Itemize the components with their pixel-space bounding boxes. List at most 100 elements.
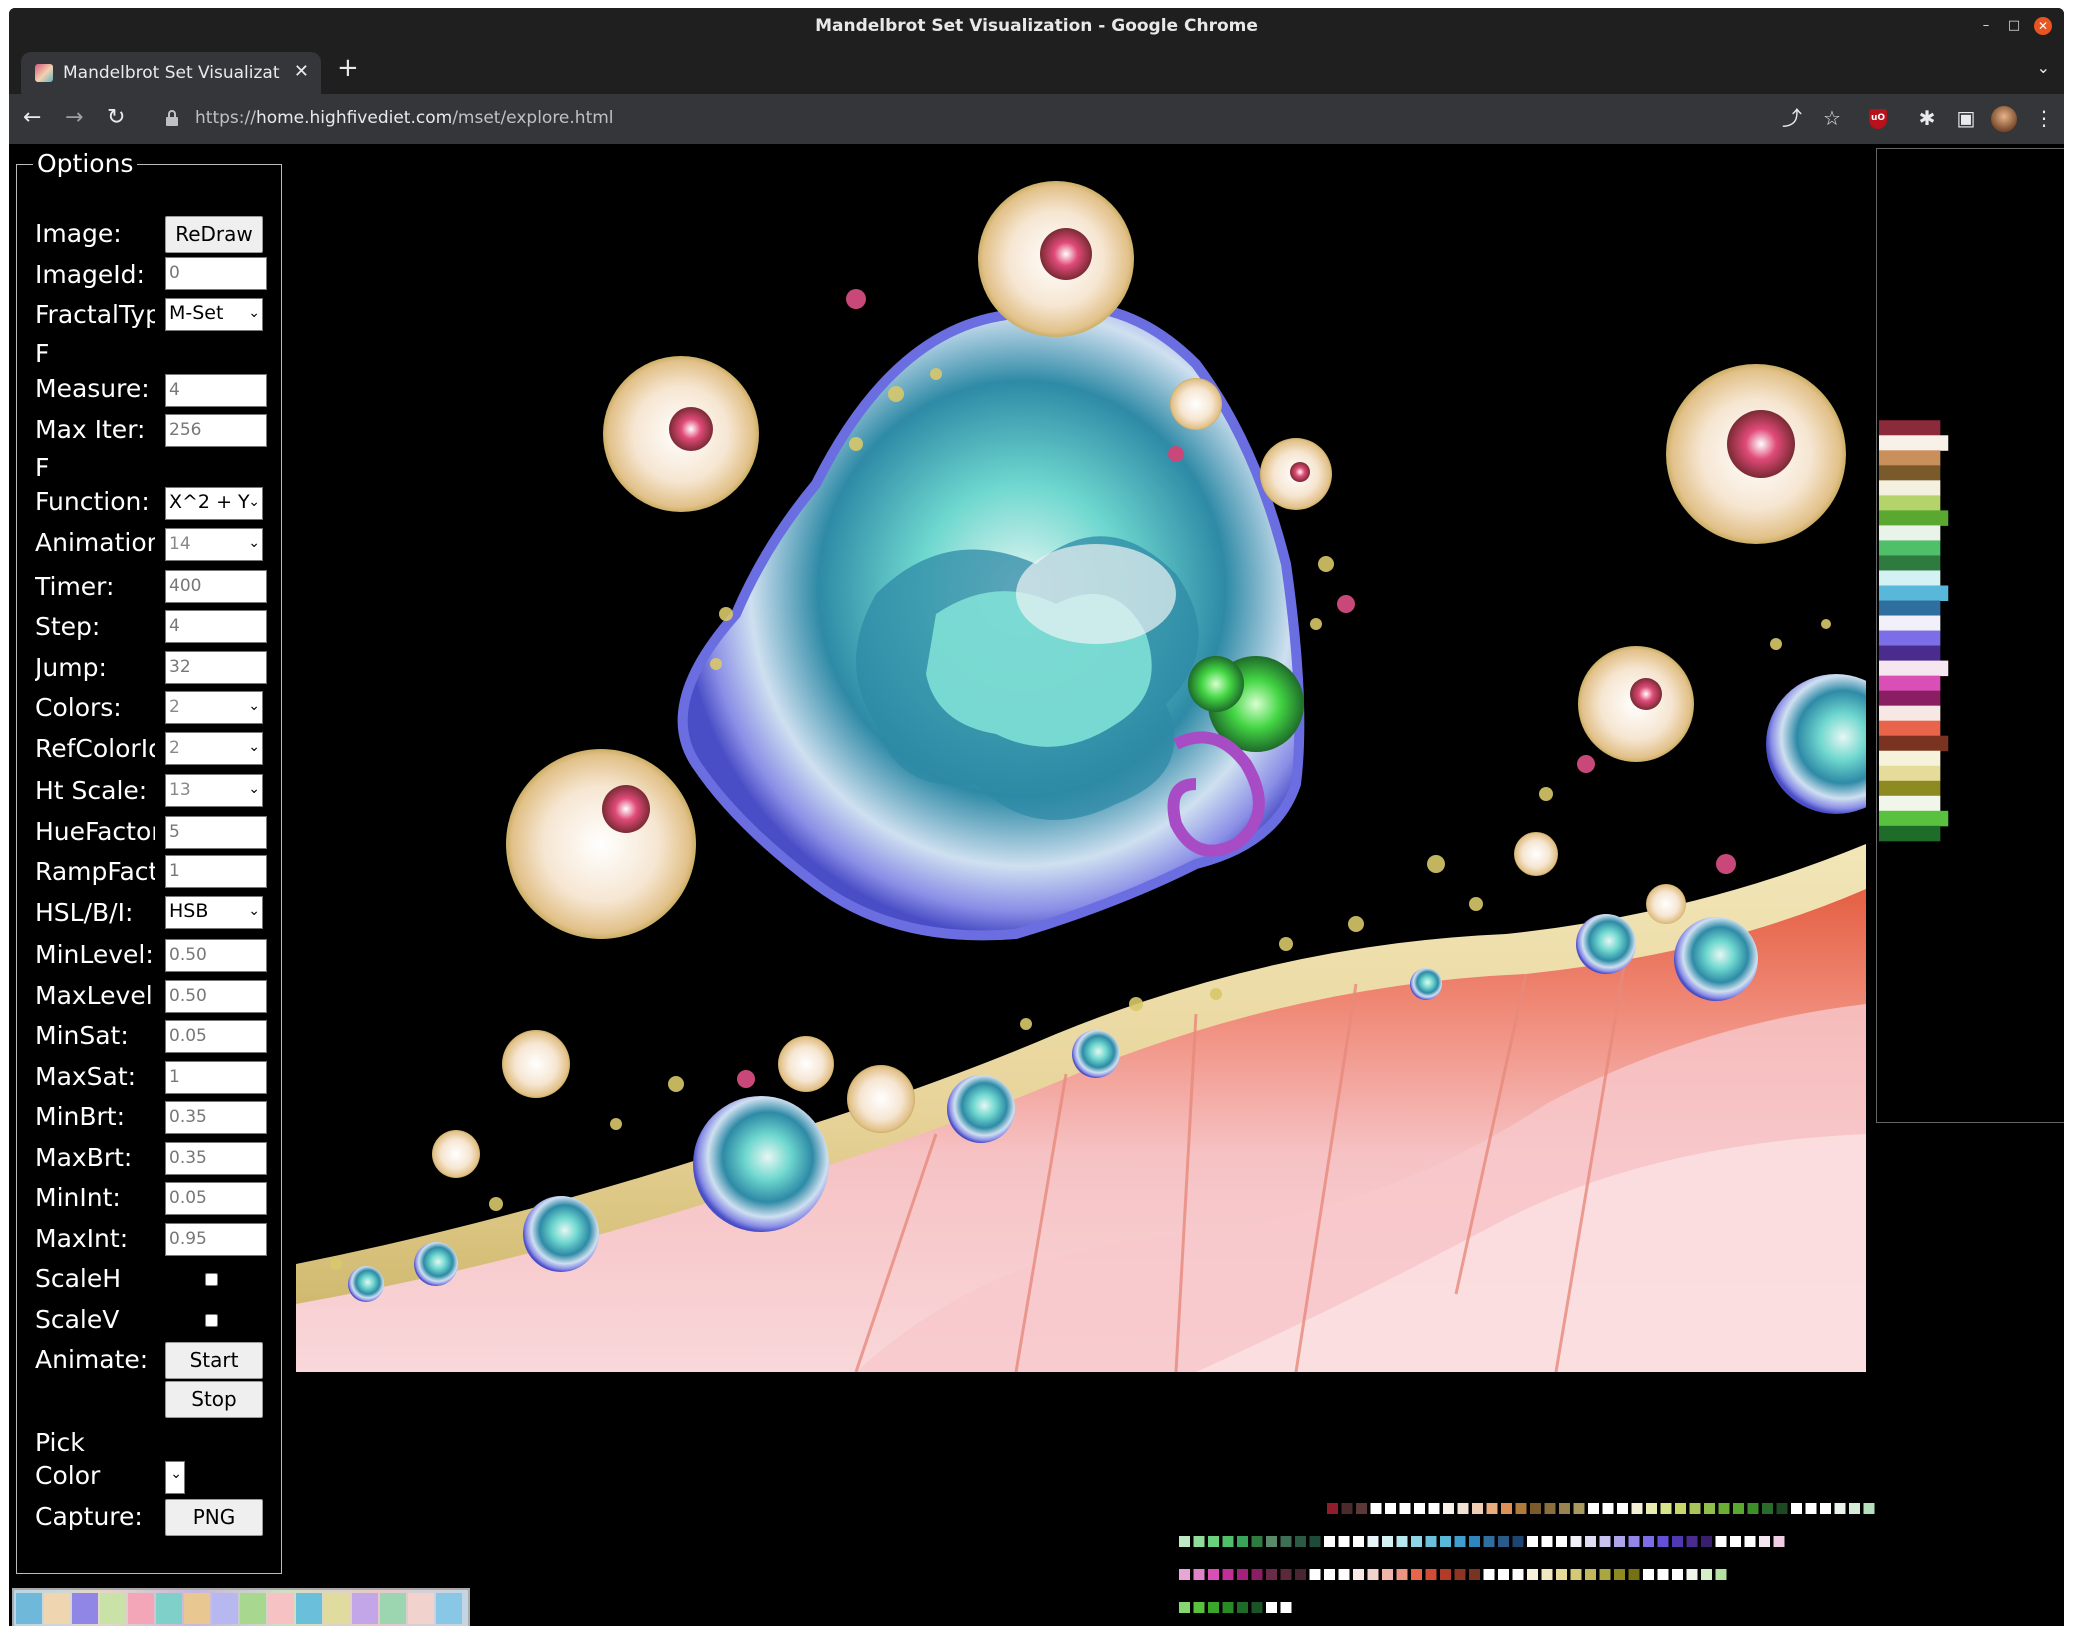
- image-id-input[interactable]: 0: [165, 257, 267, 290]
- color-swatch[interactable]: [1718, 1503, 1730, 1514]
- color-swatch[interactable]: [1222, 1569, 1234, 1580]
- color-swatch[interactable]: [1266, 1602, 1277, 1613]
- color-swatch[interactable]: [1556, 1536, 1567, 1547]
- color-swatch[interactable]: [1544, 1503, 1556, 1514]
- color-swatch[interactable]: [1512, 1569, 1524, 1580]
- start-button[interactable]: Start: [165, 1342, 263, 1379]
- share-icon[interactable]: ⤴: [1779, 107, 1805, 129]
- color-swatch[interactable]: [1338, 1569, 1350, 1580]
- color-swatch[interactable]: [1472, 1503, 1483, 1514]
- color-swatch[interactable]: [1541, 1536, 1553, 1547]
- color-swatch[interactable]: [1266, 1536, 1277, 1547]
- color-swatch[interactable]: [1599, 1569, 1611, 1580]
- max-iter-input[interactable]: 256: [165, 414, 267, 447]
- max-brt-input[interactable]: 0.35: [165, 1142, 267, 1175]
- thumbnail-frame[interactable]: [128, 1593, 154, 1624]
- min-int-input[interactable]: 0.05: [165, 1182, 267, 1215]
- color-swatch[interactable]: [1588, 1503, 1599, 1514]
- color-swatch[interactable]: [1193, 1602, 1205, 1613]
- thumbnail-frame[interactable]: [436, 1593, 462, 1624]
- color-swatch[interactable]: [1179, 1602, 1190, 1613]
- color-swatch[interactable]: [1501, 1503, 1512, 1514]
- min-level-input[interactable]: 0.50: [165, 939, 267, 972]
- thumbnail-frame[interactable]: [268, 1593, 294, 1624]
- color-swatch[interactable]: [1570, 1536, 1582, 1547]
- color-swatch[interactable]: [1863, 1503, 1875, 1514]
- ramp-factor-input[interactable]: 1: [165, 855, 267, 888]
- color-swatch[interactable]: [1776, 1503, 1788, 1514]
- thumbnail-frame[interactable]: [380, 1593, 406, 1624]
- color-swatch[interactable]: [1527, 1536, 1538, 1547]
- fractal-type-select[interactable]: M-Set ⌄: [165, 298, 263, 331]
- color-swatch[interactable]: [1237, 1536, 1248, 1547]
- color-swatch[interactable]: [1759, 1536, 1770, 1547]
- color-swatch[interactable]: [1382, 1569, 1393, 1580]
- color-swatch[interactable]: [1251, 1569, 1263, 1580]
- color-swatch[interactable]: [1367, 1536, 1379, 1547]
- color-swatch[interactable]: [1341, 1503, 1353, 1514]
- color-swatch[interactable]: [1193, 1569, 1205, 1580]
- animation-thumbnail-strip[interactable]: [12, 1588, 470, 1626]
- color-swatch[interactable]: [1672, 1569, 1683, 1580]
- color-swatch[interactable]: [1556, 1569, 1567, 1580]
- lock-icon[interactable]: [165, 109, 179, 127]
- color-swatch[interactable]: [1559, 1503, 1570, 1514]
- color-swatch[interactable]: [1324, 1536, 1335, 1547]
- color-swatch[interactable]: [1733, 1503, 1744, 1514]
- color-swatch[interactable]: [1295, 1536, 1306, 1547]
- color-swatch[interactable]: [1440, 1569, 1451, 1580]
- color-swatch[interactable]: [1512, 1536, 1524, 1547]
- minimize-icon[interactable]: –: [1977, 17, 1995, 35]
- color-swatch[interactable]: [1353, 1536, 1364, 1547]
- color-swatch[interactable]: [1628, 1569, 1640, 1580]
- color-swatch[interactable]: [1280, 1602, 1292, 1613]
- color-swatch[interactable]: [1399, 1503, 1411, 1514]
- back-icon[interactable]: ←: [23, 106, 41, 130]
- thumbnail-frame[interactable]: [100, 1593, 126, 1624]
- color-swatch[interactable]: [1411, 1569, 1422, 1580]
- f-function-select[interactable]: X^2 + Y ⌄: [165, 487, 263, 520]
- color-swatch[interactable]: [1686, 1569, 1698, 1580]
- color-swatch[interactable]: [1730, 1536, 1741, 1547]
- color-swatch[interactable]: [1280, 1536, 1292, 1547]
- tab-search-icon[interactable]: ⌄: [2037, 58, 2050, 77]
- color-swatch[interactable]: [1266, 1569, 1277, 1580]
- color-swatch[interactable]: [1385, 1503, 1396, 1514]
- chrome-menu-icon[interactable]: ⋮: [2031, 107, 2057, 129]
- color-swatch[interactable]: [1686, 1536, 1698, 1547]
- color-swatch[interactable]: [1280, 1569, 1292, 1580]
- color-swatch[interactable]: [1382, 1536, 1393, 1547]
- color-swatch[interactable]: [1237, 1602, 1248, 1613]
- forward-icon[interactable]: →: [65, 106, 83, 130]
- profile-avatar[interactable]: [1991, 106, 2017, 132]
- color-swatch[interactable]: [1208, 1536, 1219, 1547]
- color-swatch[interactable]: [1747, 1503, 1759, 1514]
- bookmark-star-icon[interactable]: ☆: [1819, 107, 1845, 129]
- fractal-canvas[interactable]: [296, 144, 1866, 1372]
- animation-select[interactable]: 14 ⌄: [165, 528, 263, 561]
- color-swatch-grid[interactable]: [1179, 1499, 2059, 1626]
- color-swatch[interactable]: [1646, 1503, 1657, 1514]
- max-sat-input[interactable]: 1: [165, 1061, 267, 1094]
- color-swatch[interactable]: [1701, 1536, 1712, 1547]
- color-swatch[interactable]: [1208, 1569, 1219, 1580]
- color-swatch[interactable]: [1324, 1569, 1335, 1580]
- color-swatch[interactable]: [1675, 1503, 1686, 1514]
- scale-v-checkbox[interactable]: [205, 1314, 218, 1327]
- hsl-select[interactable]: HSB ⌄: [165, 896, 263, 929]
- color-swatch[interactable]: [1631, 1503, 1643, 1514]
- color-swatch[interactable]: [1251, 1536, 1263, 1547]
- color-swatch[interactable]: [1805, 1503, 1817, 1514]
- color-swatch[interactable]: [1585, 1536, 1596, 1547]
- thumbnail-frame[interactable]: [16, 1593, 42, 1624]
- close-window-icon[interactable]: ✕: [2034, 17, 2052, 35]
- color-swatch[interactable]: [1820, 1503, 1831, 1514]
- color-swatch[interactable]: [1327, 1503, 1338, 1514]
- min-sat-input[interactable]: 0.05: [165, 1020, 267, 1053]
- color-swatch[interactable]: [1309, 1569, 1321, 1580]
- color-swatch[interactable]: [1222, 1536, 1234, 1547]
- ref-color-id-select[interactable]: 2 ⌄: [165, 732, 263, 765]
- palette-ramp-panel[interactable]: [1876, 148, 2064, 1123]
- color-swatch[interactable]: [1657, 1569, 1669, 1580]
- color-swatch[interactable]: [1411, 1536, 1422, 1547]
